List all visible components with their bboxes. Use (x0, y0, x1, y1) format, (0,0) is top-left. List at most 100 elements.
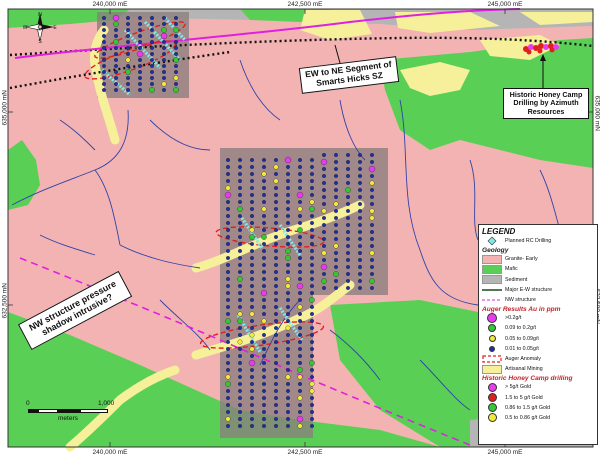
auger-point (138, 76, 142, 80)
auger-point (237, 276, 243, 282)
auger-point (333, 201, 339, 207)
auger-point (262, 312, 266, 316)
auger-point (262, 382, 266, 386)
auger-point (114, 70, 118, 74)
auger-point (334, 286, 338, 290)
auger-point (286, 319, 290, 323)
auger-point (249, 332, 255, 338)
auger-point (310, 354, 314, 358)
auger-point (334, 195, 338, 199)
legend-label: 0.5 to 0.86 g/t Gold (505, 414, 551, 421)
auger-point (138, 40, 142, 44)
auger-point (250, 256, 254, 260)
auger-point (274, 396, 278, 400)
auger-point (370, 286, 374, 290)
auger-point (334, 237, 338, 241)
auger-point (346, 160, 350, 164)
auger-point (334, 188, 338, 192)
auger-point (126, 76, 130, 80)
auger-point (126, 64, 130, 68)
auger-point (274, 361, 278, 365)
auger-point (226, 305, 230, 309)
auger-point (274, 172, 278, 176)
auger-point (248, 359, 256, 367)
auger-point (150, 34, 154, 38)
auger-point (297, 423, 303, 429)
auger-point (238, 256, 242, 260)
auger-point (262, 186, 266, 190)
auger-point (262, 361, 266, 365)
auger-point (262, 424, 266, 428)
auger-point (322, 230, 326, 234)
auger-point (262, 242, 266, 246)
auger-point (250, 417, 254, 421)
auger-point (310, 291, 314, 295)
auger-point (298, 298, 302, 302)
auger-point (226, 158, 230, 162)
auger-point (310, 179, 314, 183)
auger-point (358, 230, 362, 234)
auger-point (126, 40, 130, 44)
auger-point (174, 70, 178, 74)
auger-point (162, 46, 166, 50)
auger-point (102, 34, 106, 38)
auger-point (261, 318, 267, 324)
auger-point (334, 153, 338, 157)
auger-point (322, 223, 326, 227)
auger-point (346, 279, 350, 283)
legend-row-structure: Major E-W structure (482, 285, 594, 295)
auger-point (286, 228, 290, 232)
auger-point (274, 375, 278, 379)
auger-point (358, 286, 362, 290)
auger-point (238, 165, 242, 169)
auger-point (250, 375, 254, 379)
auger-point (310, 228, 314, 232)
northing-label-right: 635,000 mN (593, 95, 601, 131)
auger-point (358, 258, 362, 262)
auger-point (226, 242, 230, 246)
auger-point (225, 416, 231, 422)
auger-point (262, 200, 266, 204)
auger-point (250, 326, 254, 330)
legend-row-honey-camp: 0.5 to 0.86 g/t Gold (482, 413, 594, 423)
auger-point (250, 396, 254, 400)
auger-point (298, 333, 302, 337)
auger-point (226, 249, 230, 253)
auger-point (310, 326, 314, 330)
auger-point (250, 403, 254, 407)
auger-point (262, 410, 266, 414)
auger-point (238, 298, 242, 302)
northing-label-left: 632,500 mN (1, 283, 9, 319)
auger-point (298, 249, 302, 253)
auger-point (286, 417, 290, 421)
auger-point (358, 244, 362, 248)
auger-point (346, 181, 350, 185)
auger-point (238, 291, 242, 295)
auger-point (334, 223, 338, 227)
major-structure-symbol (482, 289, 502, 291)
auger-point (226, 312, 230, 316)
auger-point (346, 258, 350, 262)
auger-point (249, 234, 255, 240)
auger-point (238, 242, 242, 246)
auger-point (226, 347, 230, 351)
auger-point (320, 158, 328, 166)
auger-point (238, 158, 242, 162)
auger-point (250, 242, 254, 246)
legend-label: 0.86 to 1.5 g/t Gold (505, 404, 551, 411)
auger-point (274, 326, 278, 330)
auger-point (226, 396, 230, 400)
auger-point (138, 64, 142, 68)
auger-point (237, 206, 243, 212)
auger-point (346, 251, 350, 255)
legend-row-auger: 0.01 to 0.05g/t (482, 344, 594, 354)
auger-point (173, 57, 179, 63)
auger-point (250, 305, 254, 309)
easting-label-top: 240,000 mE (92, 1, 128, 8)
auger-point (370, 174, 374, 178)
auger-point (310, 172, 314, 176)
auger-point (298, 214, 302, 218)
auger-point (358, 272, 362, 276)
auger-point (262, 277, 266, 281)
auger-point (358, 195, 362, 199)
